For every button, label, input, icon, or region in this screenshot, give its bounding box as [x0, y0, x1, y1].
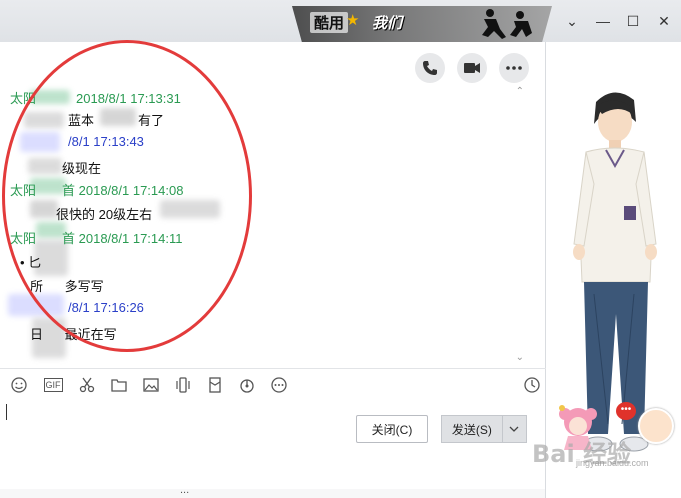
blur-patch	[30, 200, 58, 218]
folder-icon	[111, 379, 127, 392]
video-call-button[interactable]	[457, 53, 487, 83]
minimize-button[interactable]: —	[592, 10, 614, 32]
gif-button[interactable]: GIF	[40, 374, 66, 396]
music-icon	[240, 379, 254, 393]
blur-patch	[8, 294, 64, 316]
message-text: 所 多写写	[30, 279, 104, 294]
red-packet-button[interactable]	[204, 374, 226, 396]
file-button[interactable]	[108, 374, 130, 396]
message-header: 太阳首 2018/8/1 17:14:08	[10, 183, 184, 198]
send-group: 发送(S)	[441, 415, 527, 443]
scissors-icon	[79, 377, 95, 393]
blur-patch	[160, 200, 220, 218]
blur-patch	[24, 112, 64, 128]
bottom-strip: ...	[0, 489, 545, 498]
scroll-down-icon[interactable]: ⌄	[516, 352, 524, 363]
music-button[interactable]	[236, 374, 258, 396]
message-header: 太阳首 2018/8/1 17:14:11	[10, 231, 183, 246]
more-icon	[506, 66, 522, 70]
shake-icon	[176, 377, 190, 393]
message-header: /8/1 17:13:43	[68, 134, 144, 149]
voice-call-button[interactable]	[415, 53, 445, 83]
window-title: 酷用	[310, 12, 349, 33]
message-text: • 匕	[20, 255, 42, 270]
emoji-button[interactable]	[8, 374, 30, 396]
text-cursor	[6, 404, 7, 420]
chevron-down-icon	[509, 426, 519, 432]
call-bar	[415, 53, 529, 83]
star-icon: ★	[346, 12, 360, 29]
screenshot-button[interactable]	[76, 374, 98, 396]
chat-bubble-icon[interactable]: •••	[616, 402, 636, 420]
more-tools-button[interactable]	[268, 374, 290, 396]
message-text: 日 最近在写	[30, 327, 117, 342]
avatar[interactable]	[638, 408, 674, 444]
gif-icon: GIF	[43, 378, 63, 392]
message-text: 很快的 20级左右	[56, 207, 153, 222]
message-text: 蓝本 有了	[68, 113, 165, 128]
input-toolbar: GIF	[0, 368, 553, 401]
title-bar: 酷用 ★ 我们 ⌄ — ☐ ✕	[0, 0, 681, 44]
runner-figure-icon	[482, 9, 532, 39]
image-icon	[143, 378, 159, 392]
more-button[interactable]	[499, 53, 529, 83]
video-icon	[464, 63, 480, 73]
history-icon	[524, 377, 540, 393]
scroll-up-icon[interactable]: ⌃	[516, 86, 524, 97]
close-button[interactable]: 关闭(C)	[356, 415, 428, 443]
dropdown-chevron-icon[interactable]: ⌄	[561, 10, 583, 32]
more-tools-icon	[271, 377, 287, 393]
close-window-button[interactable]: ✕	[653, 10, 675, 32]
history-button[interactable]	[521, 374, 543, 396]
emoji-icon	[11, 377, 27, 393]
red-packet-icon	[209, 377, 221, 393]
maximize-button[interactable]: ☐	[622, 10, 644, 32]
message-header: /8/1 17:16:26	[68, 300, 144, 315]
watermark-url: jingyan.baidu.com	[576, 458, 649, 468]
image-button[interactable]	[140, 374, 162, 396]
blur-patch	[28, 158, 62, 174]
phone-icon	[423, 61, 437, 75]
message-header: 太阳 2018/8/1 17:13:31	[10, 91, 181, 106]
message-text: 级现在	[62, 161, 102, 176]
send-button[interactable]: 发送(S)	[441, 415, 502, 443]
send-options-button[interactable]	[501, 415, 527, 443]
banner-text: 我们	[372, 15, 403, 32]
message-list[interactable]: 太阳 2018/8/1 17:13:31 蓝本 有了 /8/1 17:13:43 级…	[0, 86, 532, 366]
shake-button[interactable]	[172, 374, 194, 396]
blur-patch	[20, 132, 60, 152]
